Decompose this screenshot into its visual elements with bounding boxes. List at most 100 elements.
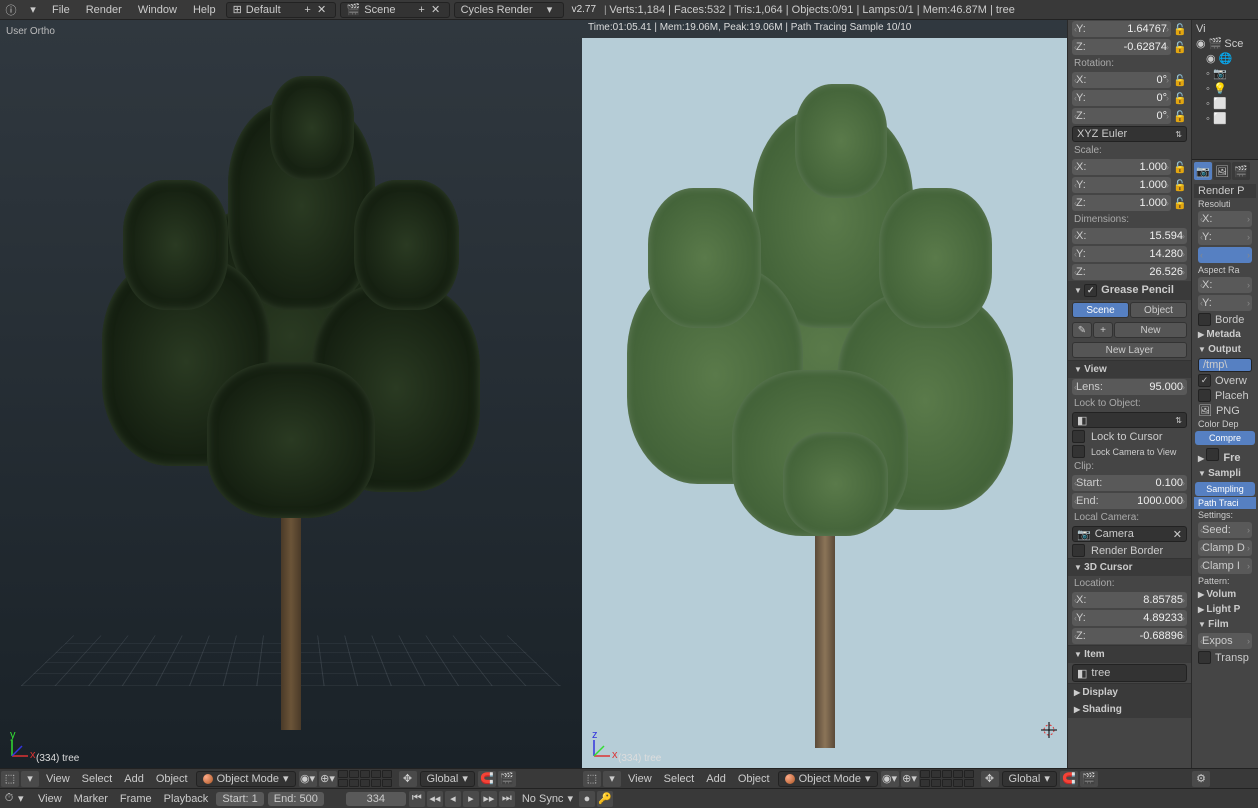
marker-menu[interactable]: Marker xyxy=(68,793,114,805)
add-menu[interactable]: Add xyxy=(118,773,150,785)
aspect-y-field[interactable]: Y: xyxy=(1198,295,1252,311)
scale-x-field[interactable]: X:1.000 xyxy=(1072,159,1171,175)
play-icon[interactable]: ▸ xyxy=(463,791,479,807)
manipulator-toggle[interactable]: ✥ xyxy=(981,771,999,787)
render-presets-dropdown[interactable]: Render P xyxy=(1198,185,1244,197)
dim-z-field[interactable]: Z:26.526 xyxy=(1072,264,1187,280)
menu-file[interactable]: File xyxy=(44,4,78,16)
gp-new-button[interactable]: New xyxy=(1114,322,1187,338)
rotation-z-field[interactable]: Z:0° xyxy=(1072,108,1171,124)
tree-object-rendered[interactable] xyxy=(615,68,1035,748)
view-menu[interactable]: View xyxy=(40,773,76,785)
add-layout-icon[interactable]: + xyxy=(301,4,315,16)
collapse-icon[interactable]: ▾ xyxy=(18,792,32,805)
compress-button[interactable]: Compre xyxy=(1195,431,1255,445)
layers-tab[interactable]: 🖼 xyxy=(1213,162,1231,180)
grease-pencil-header[interactable]: Grease Pencil xyxy=(1068,281,1191,300)
shading-dropdown[interactable]: ◉▾ xyxy=(299,771,317,787)
layer-buttons[interactable] xyxy=(338,770,398,787)
aspect-x-field[interactable]: X: xyxy=(1198,277,1252,293)
select-menu[interactable]: Select xyxy=(658,773,701,785)
snap-icon[interactable]: 🧲 xyxy=(1060,771,1078,787)
lock-icon[interactable]: 🔓 xyxy=(1173,92,1187,105)
lock-object-dropdown[interactable]: ◧⇅ xyxy=(1072,412,1187,428)
item-name-field[interactable]: ◧tree xyxy=(1072,664,1187,682)
clip-end-field[interactable]: End:1000.000 xyxy=(1072,493,1187,509)
editor-type-icon[interactable]: ⬚ xyxy=(583,771,601,787)
pivot-dropdown[interactable]: ⊕▾ xyxy=(319,771,337,787)
viewport-3d-left[interactable]: User Ortho x y (334) tree xyxy=(0,20,582,768)
collapse-icon[interactable]: ▾ xyxy=(603,771,621,787)
scale-y-field[interactable]: Y:1.000 xyxy=(1072,177,1171,193)
gp-add-button[interactable]: + xyxy=(1093,322,1113,338)
res-y-field[interactable]: Y: xyxy=(1198,229,1252,245)
shading-panel-header[interactable]: Shading xyxy=(1068,701,1191,718)
render-tab[interactable]: 📷 xyxy=(1194,162,1212,180)
gp-scene-button[interactable]: Scene xyxy=(1072,302,1129,318)
lock-icon[interactable]: 🔓 xyxy=(1173,197,1187,210)
location-y-field[interactable]: Y:1.64767 xyxy=(1072,21,1171,37)
lock-icon[interactable]: 🔓 xyxy=(1173,41,1187,54)
view-menu[interactable]: View xyxy=(622,773,658,785)
lens-field[interactable]: Lens:95.000 xyxy=(1072,379,1187,395)
jump-start-icon[interactable]: ⏮ xyxy=(409,791,425,807)
outliner-item[interactable]: ◦ ⬜ xyxy=(1194,111,1256,126)
object-menu[interactable]: Object xyxy=(150,773,194,785)
scene-tab[interactable]: 🎬 xyxy=(1232,162,1250,180)
outliner-item[interactable]: ◦ 📷 xyxy=(1194,66,1256,81)
remove-layout-icon[interactable]: ✕ xyxy=(315,3,329,16)
lock-icon[interactable]: 🔓 xyxy=(1173,23,1187,36)
outliner-item[interactable]: ◦ ⬜ xyxy=(1194,96,1256,111)
end-frame-field[interactable]: End: 500 xyxy=(268,792,324,806)
keying-set-icon[interactable]: 🔑 xyxy=(597,791,613,807)
render-icon[interactable]: 🎬 xyxy=(1080,771,1098,787)
frame-menu[interactable]: Frame xyxy=(114,793,158,805)
prev-keyframe-icon[interactable]: ◂◂ xyxy=(427,791,443,807)
collapse-icon[interactable]: ▾ xyxy=(21,771,39,787)
editor-type-icon[interactable]: ⚙ xyxy=(1192,771,1210,787)
cursor-x-field[interactable]: X:8.85785 xyxy=(1072,592,1187,608)
lock-camera-checkbox[interactable] xyxy=(1072,445,1085,458)
film-header[interactable]: Film xyxy=(1194,617,1256,632)
gp-object-button[interactable]: Object xyxy=(1130,302,1187,318)
clamp-d-field[interactable]: Clamp D xyxy=(1198,540,1252,556)
lock-icon[interactable]: 🔓 xyxy=(1173,161,1187,174)
editor-type-icon[interactable]: ⓘ xyxy=(1,1,21,19)
lock-icon[interactable]: 🔓 xyxy=(1173,110,1187,123)
item-panel-header[interactable]: Item xyxy=(1068,646,1191,663)
viewport-3d-right[interactable]: Time:01:05.41 | Mem:19.06M, Peak:19.06M … xyxy=(582,20,1067,768)
add-menu[interactable]: Add xyxy=(700,773,732,785)
volume-header[interactable]: Volum xyxy=(1194,587,1256,602)
cursor-z-field[interactable]: Z:-0.68896 xyxy=(1072,628,1187,644)
path-tracing-button[interactable]: Path Traci xyxy=(1194,497,1256,509)
outliner-scene[interactable]: ◉ 🎬Sce xyxy=(1194,36,1256,51)
render-engine-dropdown[interactable]: Cycles Render ▾ xyxy=(454,2,564,18)
collapse-icon[interactable]: ▾ xyxy=(23,1,43,19)
menu-help[interactable]: Help xyxy=(185,4,224,16)
clear-icon[interactable]: ✕ xyxy=(1173,528,1182,541)
sync-dropdown[interactable]: No Sync▾ xyxy=(522,792,573,805)
layer-buttons[interactable] xyxy=(920,770,980,787)
view-panel-header[interactable]: View xyxy=(1068,361,1191,378)
tree-object-solid[interactable] xyxy=(81,50,501,730)
start-frame-field[interactable]: Start: 1 xyxy=(216,792,263,806)
snap-icon[interactable]: 🧲 xyxy=(478,771,496,787)
remove-scene-icon[interactable]: ✕ xyxy=(429,3,443,16)
rotation-y-field[interactable]: Y:0° xyxy=(1072,90,1171,106)
next-keyframe-icon[interactable]: ▸▸ xyxy=(481,791,497,807)
view-menu[interactable]: View xyxy=(32,793,68,805)
light-paths-header[interactable]: Light P xyxy=(1194,602,1256,617)
render-icon[interactable]: 🎬 xyxy=(498,771,516,787)
orientation-dropdown[interactable]: Global▾ xyxy=(420,771,475,787)
object-menu[interactable]: Object xyxy=(732,773,776,785)
scene-dropdown[interactable]: 🎬 Scene + ✕ xyxy=(340,2,450,18)
transparent-checkbox[interactable] xyxy=(1198,651,1211,664)
mode-dropdown[interactable]: Object Mode▾ xyxy=(196,771,296,787)
output-header[interactable]: Output xyxy=(1194,342,1256,357)
sampling-preset[interactable]: Sampling xyxy=(1195,482,1255,496)
rotation-x-field[interactable]: X:0° xyxy=(1072,72,1171,88)
menu-render[interactable]: Render xyxy=(78,4,130,16)
lock-cursor-checkbox[interactable] xyxy=(1072,430,1085,443)
dim-y-field[interactable]: Y:14.280 xyxy=(1072,246,1187,262)
shading-dropdown[interactable]: ◉▾ xyxy=(881,771,899,787)
